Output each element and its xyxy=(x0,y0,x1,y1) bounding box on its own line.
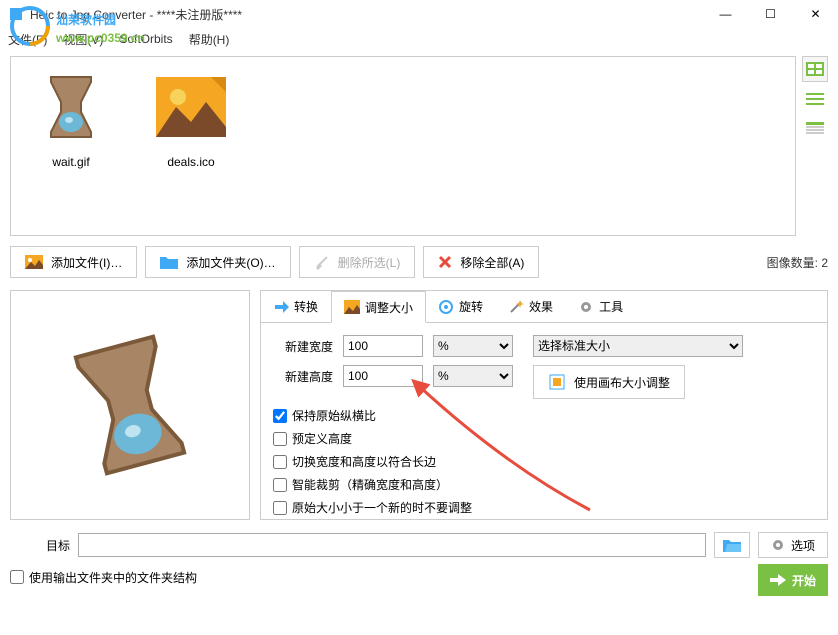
standard-size-select[interactable]: 选择标准大小 xyxy=(533,335,743,357)
view-thumbnails-icon[interactable] xyxy=(802,56,828,82)
remove-selected-button[interactable]: 删除所选(L) xyxy=(299,246,416,278)
menubar: 文件(F) 视图(V) SoftOrbits 帮助(H) xyxy=(0,28,838,50)
wand-icon xyxy=(508,299,524,315)
app-icon xyxy=(8,6,24,22)
file-name: wait.gif xyxy=(52,155,89,169)
dest-input[interactable] xyxy=(78,533,706,557)
options-button[interactable]: 选项 xyxy=(758,532,828,558)
add-file-button[interactable]: 添加文件(I)… xyxy=(10,246,137,278)
height-unit-select[interactable]: % xyxy=(433,365,513,387)
start-button[interactable]: 开始 xyxy=(758,564,828,596)
tab-resize[interactable]: 调整大小 xyxy=(331,291,426,323)
menu-file[interactable]: 文件(F) xyxy=(8,31,47,48)
tab-bar: 转换 调整大小 旋转 效果 工具 xyxy=(260,290,828,322)
gallery-item[interactable]: wait.gif xyxy=(21,67,121,169)
menu-softorbits[interactable]: SoftOrbits xyxy=(119,32,172,46)
smart-crop-checkbox[interactable] xyxy=(273,478,287,492)
image-count-label: 图像数量: 2 xyxy=(767,254,828,271)
rotate-icon xyxy=(438,299,454,315)
gallery-item[interactable]: deals.ico xyxy=(141,67,241,169)
folder-open-icon xyxy=(723,538,741,552)
swap-wh-checkbox[interactable] xyxy=(273,455,287,469)
resize-icon xyxy=(344,300,360,314)
width-label: 新建宽度 xyxy=(273,338,333,355)
keep-ratio-checkbox[interactable] xyxy=(273,409,287,423)
width-input[interactable] xyxy=(343,335,423,357)
browse-button[interactable] xyxy=(714,532,750,558)
width-unit-select[interactable]: % xyxy=(433,335,513,357)
gear-icon xyxy=(578,299,594,315)
gear-icon xyxy=(771,538,785,552)
file-name: deals.ico xyxy=(167,155,214,169)
tab-tools[interactable]: 工具 xyxy=(566,291,636,322)
canvas-resize-button[interactable]: 使用画布大小调整 xyxy=(533,365,685,399)
canvas-icon xyxy=(548,373,566,391)
tab-convert[interactable]: 转换 xyxy=(261,291,331,322)
height-label: 新建高度 xyxy=(273,368,333,385)
dest-label: 目标 xyxy=(10,537,70,554)
menu-help[interactable]: 帮助(H) xyxy=(189,31,230,48)
view-details-icon[interactable] xyxy=(802,116,828,142)
image-icon xyxy=(25,255,43,269)
tab-rotate[interactable]: 旋转 xyxy=(426,291,496,322)
maximize-button[interactable]: ☐ xyxy=(748,0,793,28)
titlebar: Heic to Jpg Converter - ****未注册版**** — ☐… xyxy=(0,0,838,28)
broom-icon xyxy=(314,254,330,270)
use-folder-struct-checkbox[interactable] xyxy=(10,570,24,584)
close-button[interactable]: ✕ xyxy=(793,0,838,28)
view-list-icon[interactable] xyxy=(802,86,828,112)
file-gallery[interactable]: wait.gif deals.ico xyxy=(10,56,796,236)
preview-pane xyxy=(10,290,250,520)
x-icon xyxy=(438,255,452,269)
minimize-button[interactable]: — xyxy=(703,0,748,28)
add-folder-button[interactable]: 添加文件夹(O)… xyxy=(145,246,290,278)
folder-icon xyxy=(160,255,178,269)
height-input[interactable] xyxy=(343,365,423,387)
convert-icon xyxy=(273,299,289,315)
remove-all-button[interactable]: 移除全部(A) xyxy=(423,246,539,278)
predef-height-checkbox[interactable] xyxy=(273,432,287,446)
no-upscale-checkbox[interactable] xyxy=(273,501,287,515)
file-thumb-hourglass xyxy=(31,67,111,147)
file-thumb-image xyxy=(151,67,231,147)
window-title: Heic to Jpg Converter - ****未注册版**** xyxy=(30,6,242,23)
tab-effect[interactable]: 效果 xyxy=(496,291,566,322)
menu-view[interactable]: 视图(V) xyxy=(63,31,103,48)
arrow-right-icon xyxy=(770,574,786,586)
